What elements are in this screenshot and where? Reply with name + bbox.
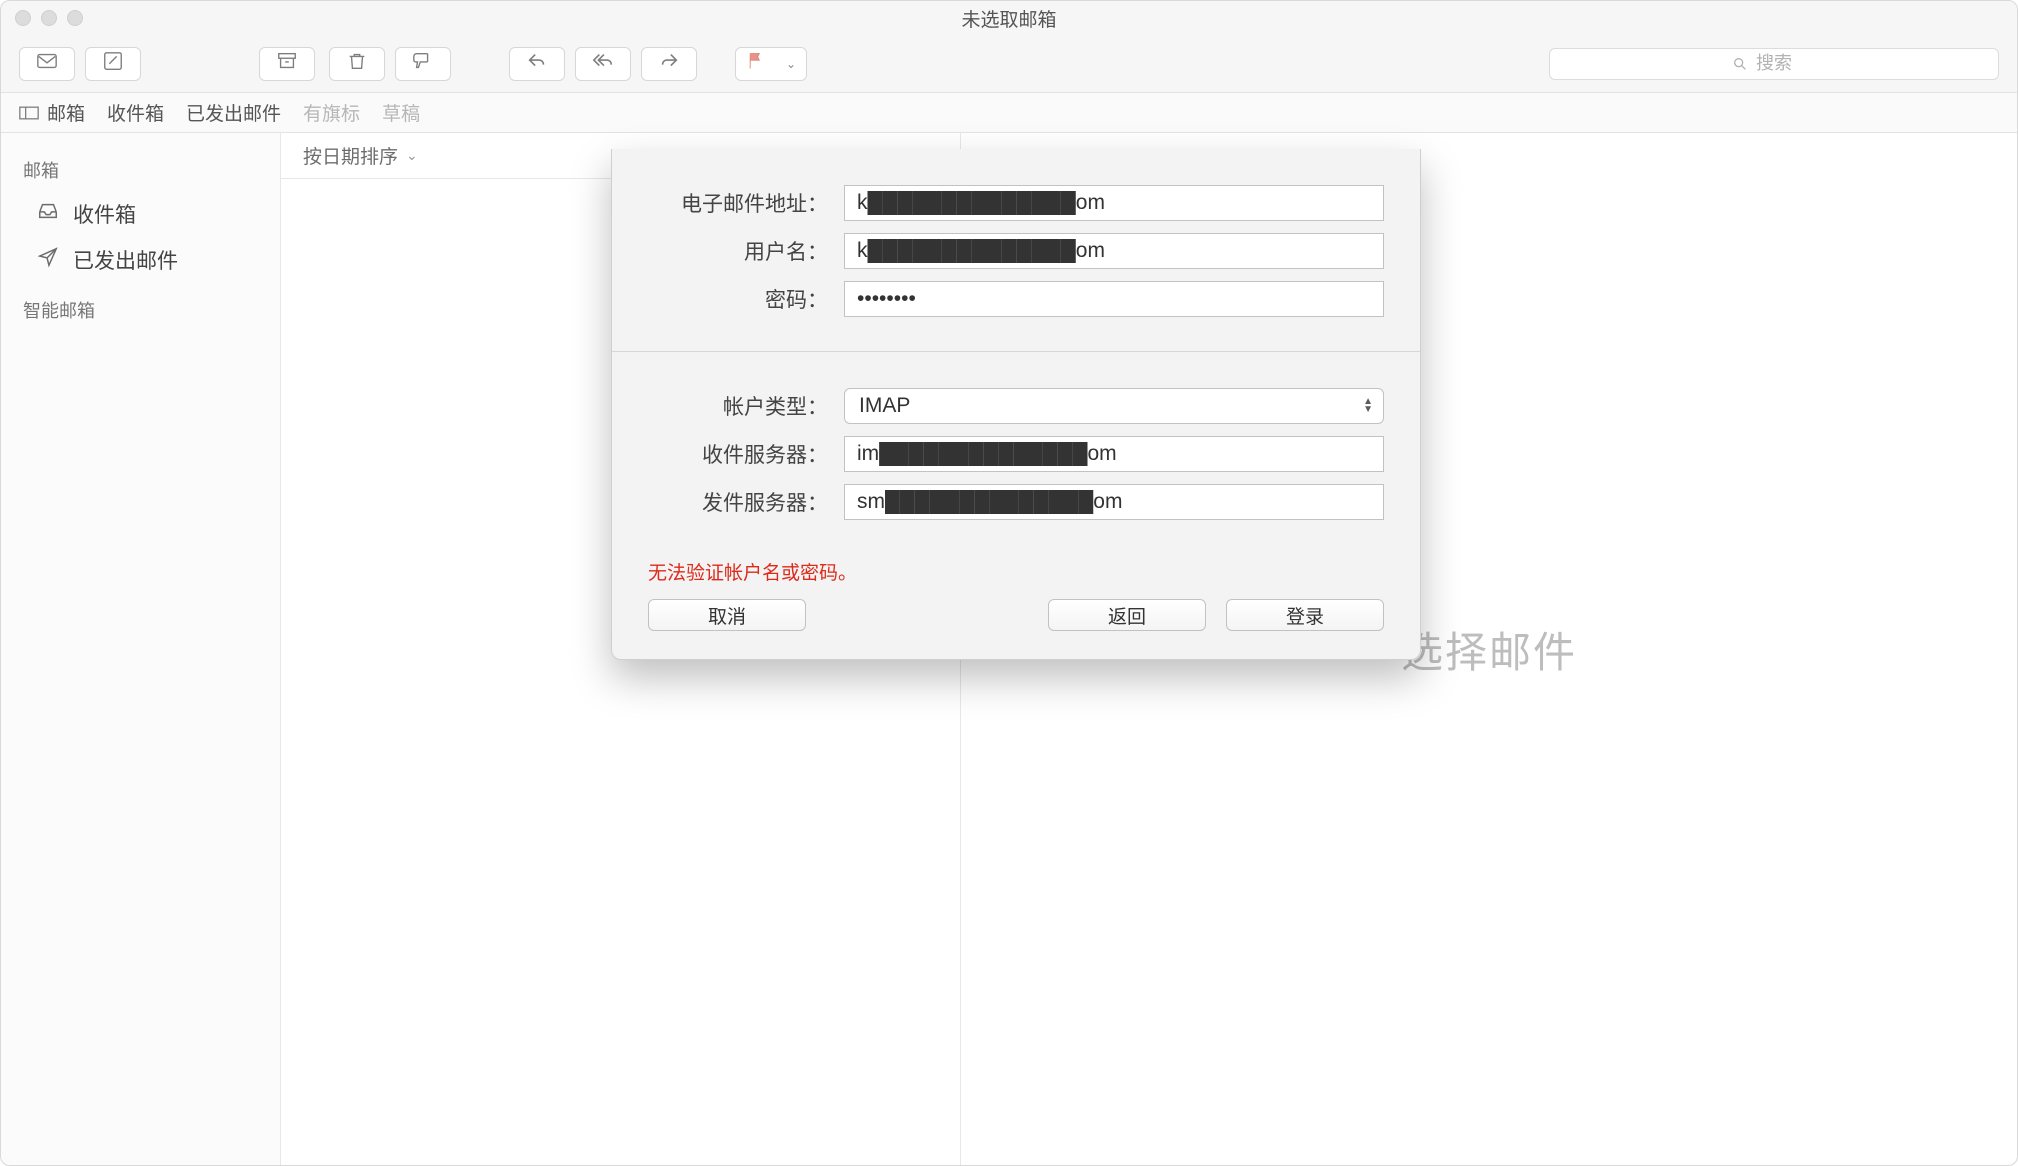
- archive-button[interactable]: [259, 47, 315, 81]
- flag-icon: [746, 51, 766, 76]
- envelope-icon: [36, 50, 58, 77]
- sidebar-item-sent[interactable]: 已发出邮件: [1, 237, 280, 283]
- signin-button[interactable]: 登录: [1226, 599, 1384, 631]
- chevron-down-icon: ⌄: [786, 57, 796, 71]
- delete-button[interactable]: [329, 47, 385, 81]
- sidebar-sent-label: 已发出邮件: [73, 245, 178, 275]
- sort-label: 按日期排序: [303, 142, 398, 169]
- paper-plane-icon: [35, 246, 61, 274]
- fav-mailboxes-label: 邮箱: [47, 99, 85, 126]
- search-input[interactable]: [1756, 53, 1816, 74]
- compose-button[interactable]: [85, 47, 141, 81]
- forward-icon: [658, 50, 680, 77]
- back-button[interactable]: 返回: [1048, 599, 1206, 631]
- fav-flagged[interactable]: 有旗标: [303, 99, 360, 126]
- favorites-bar: 邮箱 收件箱 已发出邮件 有旗标 草稿: [1, 93, 2017, 133]
- compose-icon: [102, 50, 124, 77]
- fav-drafts[interactable]: 草稿: [382, 99, 420, 126]
- search-icon: [1732, 56, 1748, 72]
- fav-inbox[interactable]: 收件箱: [107, 99, 164, 126]
- search-field[interactable]: [1549, 48, 1999, 80]
- label-incoming-server: 收件服务器：: [648, 439, 828, 469]
- reply-button[interactable]: [509, 47, 565, 81]
- email-field[interactable]: [844, 185, 1384, 221]
- junk-button[interactable]: [395, 47, 451, 81]
- sidebar-item-inbox[interactable]: 收件箱: [1, 191, 280, 237]
- show-mailboxes-button[interactable]: 邮箱: [19, 99, 85, 126]
- reply-all-icon: [592, 50, 614, 77]
- archive-icon: [276, 50, 298, 77]
- toolbar: ⌄: [1, 35, 2017, 93]
- reply-icon: [526, 50, 548, 77]
- sidebar-heading-mailboxes: 邮箱: [1, 143, 280, 191]
- password-field[interactable]: [844, 281, 1384, 317]
- cancel-button[interactable]: 取消: [648, 599, 806, 631]
- label-password: 密码：: [648, 284, 828, 314]
- fav-sent[interactable]: 已发出邮件: [186, 99, 281, 126]
- forward-button[interactable]: [641, 47, 697, 81]
- reply-all-button[interactable]: [575, 47, 631, 81]
- inbox-icon: [35, 200, 61, 228]
- sidebar-toggle-icon: [19, 106, 39, 120]
- viewer-placeholder: 选择邮件: [1401, 619, 1577, 680]
- get-mail-button[interactable]: [19, 47, 75, 81]
- incoming-server-field[interactable]: [844, 436, 1384, 472]
- trash-icon: [346, 50, 368, 77]
- flag-button[interactable]: ⌄: [735, 47, 807, 81]
- error-message: 无法验证帐户名或密码。: [612, 554, 1420, 599]
- sidebar-inbox-label: 收件箱: [73, 199, 136, 229]
- window-title: 未选取邮箱: [1, 5, 2017, 32]
- label-account-type: 帐户类型：: [648, 391, 828, 421]
- username-field[interactable]: [844, 233, 1384, 269]
- outgoing-server-field[interactable]: [844, 484, 1384, 520]
- thumbs-down-icon: [412, 50, 434, 77]
- sidebar-heading-smart: 智能邮箱: [1, 283, 280, 331]
- account-type-value: IMAP: [859, 394, 910, 418]
- label-outgoing-server: 发件服务器：: [648, 487, 828, 517]
- select-stepper-icon: ▲▼: [1363, 398, 1373, 414]
- account-login-sheet: 电子邮件地址： 用户名： 密码： 帐户类型：: [611, 149, 1421, 660]
- label-email: 电子邮件地址：: [648, 188, 828, 218]
- mail-window: 未选取邮箱: [0, 0, 2018, 1166]
- account-type-select[interactable]: IMAP ▲▼: [844, 388, 1384, 424]
- sidebar: 邮箱 收件箱 已发出邮件 智能邮箱: [1, 133, 281, 1165]
- label-username: 用户名：: [648, 236, 828, 266]
- titlebar: 未选取邮箱: [1, 1, 2017, 35]
- chevron-down-icon: ⌄: [406, 147, 418, 164]
